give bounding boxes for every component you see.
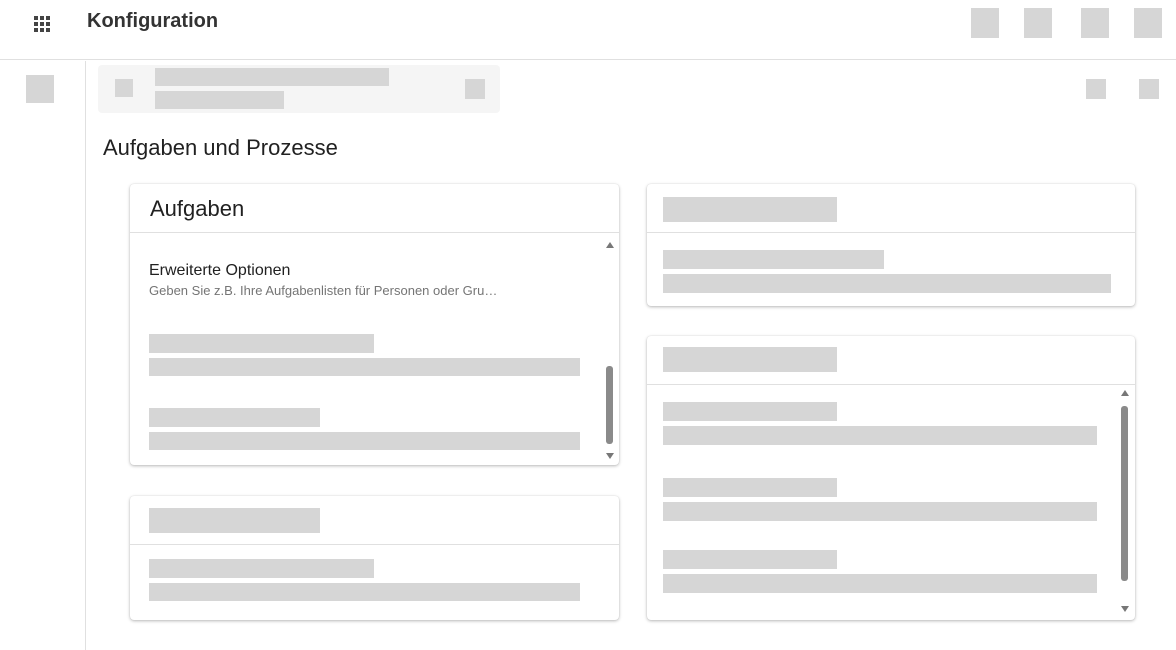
item-description: Geben Sie z.B. Ihre Aufgabenlisten für P… xyxy=(149,283,498,298)
context-header[interactable] xyxy=(98,65,500,113)
card-item[interactable] xyxy=(130,556,619,606)
item-title-placeholder xyxy=(149,408,320,427)
scroll-up-icon[interactable] xyxy=(606,242,614,248)
card-placeholder-top-right xyxy=(647,184,1135,306)
scroll-down-icon[interactable] xyxy=(606,453,614,459)
card-tasks-title: Aufgaben xyxy=(150,196,245,221)
item-title: Erweiterte Optionen xyxy=(149,262,291,279)
card-right-scrollbar[interactable] xyxy=(1119,390,1131,616)
page-action-1[interactable] xyxy=(1086,79,1106,99)
card-item-1[interactable] xyxy=(647,398,1117,448)
item-title-placeholder xyxy=(149,559,374,578)
card-tasks-item-extended[interactable]: Erweiterte Optionen Geben Sie z.B. Ihre … xyxy=(130,244,600,314)
card-tasks-header: Aufgaben xyxy=(130,184,619,233)
card-header xyxy=(130,496,619,545)
scroll-down-icon[interactable] xyxy=(1121,606,1129,612)
side-rail xyxy=(0,61,86,650)
item-description-placeholder xyxy=(663,502,1097,521)
context-icon xyxy=(115,79,133,97)
item-description-placeholder xyxy=(149,432,580,450)
app-title: Konfiguration xyxy=(87,10,219,32)
item-description-placeholder xyxy=(149,583,580,601)
item-description-placeholder xyxy=(149,358,580,376)
card-item[interactable] xyxy=(647,244,1135,294)
scroll-thumb[interactable] xyxy=(606,366,613,444)
item-title-placeholder xyxy=(663,478,837,497)
page-title: Aufgaben und Prozesse xyxy=(103,135,338,160)
card-title-placeholder xyxy=(663,197,837,222)
context-title-placeholder xyxy=(155,68,389,86)
context-subtitle-placeholder xyxy=(155,91,284,109)
toolbar-action-4[interactable] xyxy=(1134,8,1162,38)
side-rail-item[interactable] xyxy=(26,75,54,103)
app-bar: Konfiguration xyxy=(0,0,1176,60)
card-title-placeholder xyxy=(149,508,320,533)
item-title-placeholder xyxy=(663,550,837,569)
item-description-placeholder xyxy=(663,574,1097,593)
card-tasks-scrollbar[interactable] xyxy=(604,242,616,462)
card-tasks-item-2[interactable] xyxy=(130,329,600,379)
item-description-placeholder xyxy=(663,274,1111,293)
scroll-up-icon[interactable] xyxy=(1121,390,1129,396)
card-placeholder-right xyxy=(647,336,1135,620)
item-title-placeholder xyxy=(663,402,837,421)
toolbar-action-2[interactable] xyxy=(1024,8,1052,38)
card-tasks: Aufgaben Erweiterte Optionen Geben Sie z… xyxy=(130,184,619,465)
scroll-thumb[interactable] xyxy=(1121,406,1128,581)
toolbar-action-1[interactable] xyxy=(971,8,999,38)
card-title-placeholder xyxy=(663,347,837,372)
item-title-placeholder xyxy=(149,334,374,353)
card-item-3[interactable] xyxy=(647,546,1117,596)
card-item-2[interactable] xyxy=(647,474,1117,524)
item-description-placeholder xyxy=(663,426,1097,445)
page-action-2[interactable] xyxy=(1139,79,1159,99)
card-header xyxy=(647,184,1135,233)
card-tasks-item-3[interactable] xyxy=(130,403,600,453)
item-title-placeholder xyxy=(663,250,884,269)
toolbar-action-3[interactable] xyxy=(1081,8,1109,38)
context-action[interactable] xyxy=(465,79,485,99)
card-header xyxy=(647,336,1135,385)
apps-grid-icon[interactable] xyxy=(34,16,50,32)
card-placeholder-bottom-left xyxy=(130,496,619,620)
